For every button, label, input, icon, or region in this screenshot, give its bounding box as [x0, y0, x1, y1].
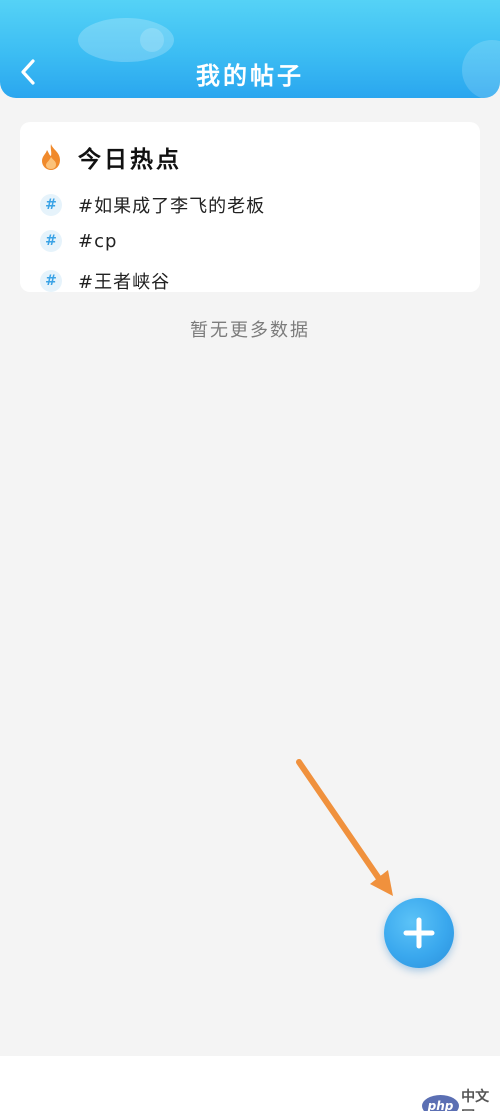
watermark-site-text: 中文网	[461, 1089, 490, 1111]
header-bar: 我的帖子	[0, 0, 500, 98]
topic-label: #王者峡谷	[78, 272, 171, 293]
hot-topics-title: 今日热点	[78, 147, 182, 173]
page-title: 我的帖子	[196, 62, 304, 90]
flame-icon	[42, 144, 60, 170]
header-bubble-decoration	[140, 28, 164, 52]
hot-topics-header: 今日热点	[38, 140, 182, 174]
topic-label: #如果成了李飞的老板	[78, 196, 266, 217]
hashtag-icon: #	[40, 194, 62, 216]
topic-label: #cp	[78, 230, 118, 252]
topic-item[interactable]: # #cp	[40, 230, 117, 252]
php-logo: php	[422, 1095, 460, 1111]
topic-item[interactable]: # #王者峡谷	[40, 268, 170, 294]
hot-topics-card: 今日热点 # #如果成了李飞的老板 # #cp # #王者峡谷	[20, 122, 480, 294]
hashtag-icon: #	[40, 270, 62, 292]
site-watermark: php 中文网	[422, 1086, 500, 1111]
plus-icon	[403, 917, 435, 949]
my-posts-screen: 我的帖子 今日热点 # #如果成了李飞的老板 # #cp # #王者峡谷 暂无更…	[0, 0, 500, 1111]
add-post-button[interactable]	[384, 898, 454, 968]
topic-item[interactable]: # #如果成了李飞的老板	[40, 192, 265, 218]
hashtag-icon: #	[40, 230, 62, 252]
no-more-data-text: 暂无更多数据	[190, 320, 310, 341]
